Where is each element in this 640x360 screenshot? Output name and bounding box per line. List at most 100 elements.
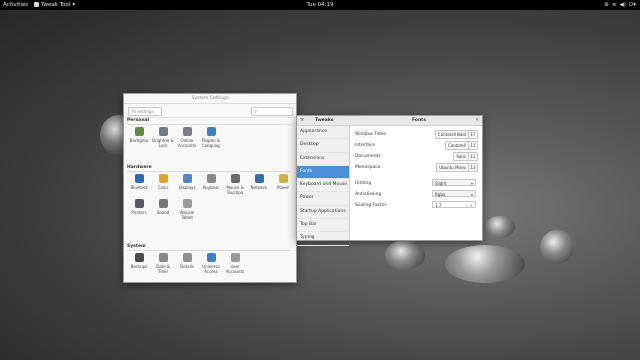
settings-panel-backups[interactable]: Backups <box>127 253 151 274</box>
date-time-icon <box>158 253 168 262</box>
network-icon <box>254 174 264 183</box>
accessibility-icon[interactable]: ⊛ <box>604 2 609 8</box>
settings-panel-region-language[interactable]: Region & Languag <box>199 127 223 148</box>
power-menu-icon[interactable]: ⏻▾ <box>629 2 636 9</box>
all-settings-button[interactable]: All Settings <box>128 107 162 116</box>
panel-label: Details <box>180 264 194 269</box>
user-accounts-icon <box>230 253 240 262</box>
hinting-row: Hinting Slight ▾ <box>355 178 478 189</box>
scaling-spinbutton[interactable]: 1.7− + <box>432 201 476 208</box>
background-icon <box>134 127 144 136</box>
font-setting-label: Window Titles <box>355 132 387 137</box>
panel-title: Fonts <box>412 118 427 123</box>
online-accounts-icon <box>182 127 192 136</box>
color-icon <box>158 174 168 183</box>
sidebar-item-fonts[interactable]: Fonts <box>297 165 349 180</box>
system-settings-window[interactable]: System Settings All Settings ⚲ Personal B… <box>123 93 297 283</box>
wacom-tablet-icon <box>182 199 192 208</box>
settings-panel-color[interactable]: Color <box>151 174 175 195</box>
settings-panel-user-accounts[interactable]: User Accounts <box>223 253 247 274</box>
mouse-icon <box>230 174 240 183</box>
displays-icon <box>182 174 192 183</box>
scaling-row: Scaling Factor 1.7− + <box>355 200 478 211</box>
font-row: Monospace Ubuntu Mono 13 <box>355 162 478 173</box>
power-icon <box>278 174 288 183</box>
panel-label: Backgrou <box>129 138 149 143</box>
tweak-title: Tweaks <box>315 118 334 123</box>
volume-icon[interactable]: ◀) <box>619 2 625 8</box>
sidebar-item-startup-applications[interactable]: Startup Applications <box>297 206 349 220</box>
font-button[interactable]: Cantarell Bold 17 <box>434 130 478 139</box>
settings-panel-network[interactable]: Network <box>247 174 271 195</box>
settings-panel-online-accounts[interactable]: Online Accounts <box>175 127 199 148</box>
sidebar-item-extensions[interactable]: Extensions <box>297 153 349 166</box>
network-status-icon[interactable]: ≋ <box>612 2 617 8</box>
font-button[interactable]: Cantarell 11 <box>444 141 478 150</box>
close-icon[interactable]: ✕ <box>475 118 479 123</box>
sidebar-item-typing[interactable]: Typing <box>297 232 349 246</box>
tweak-tool-window[interactable]: ⚒ Tweaks Fonts ✕ Appearance Desktop Extens… <box>296 115 483 246</box>
settings-panel-sound[interactable]: Sound <box>151 199 175 220</box>
printers-icon <box>134 199 144 208</box>
section-system: System Backups Date & Time Details Universa … <box>127 244 295 278</box>
panel-label: Region & Languag <box>201 138 221 148</box>
settings-panel-wacom-tablet[interactable]: Wacom Tablet <box>175 199 199 220</box>
search-input[interactable]: ⚲ <box>251 107 293 116</box>
font-size: 13 <box>468 164 477 171</box>
chevron-down-icon: ▾ <box>470 192 473 197</box>
hinting-label: Hinting <box>355 181 372 186</box>
settings-panel-printers[interactable]: Printers <box>127 199 151 220</box>
section-divider <box>127 124 291 125</box>
top-bar: Activities Tweak Tool ▾ Tue 04:19 ⊛ ≋ ◀)… <box>0 0 640 10</box>
sidebar-item-appearance[interactable]: Appearance <box>297 126 349 140</box>
settings-panel-bluetooth[interactable]: Bluetoot <box>127 174 151 195</box>
settings-panel-mouse[interactable]: Mouse & Touchpa <box>223 174 247 195</box>
sidebar-item-desktop[interactable]: Desktop <box>297 139 349 153</box>
tweak-titlebar[interactable]: ⚒ Tweaks Fonts ✕ <box>297 116 482 126</box>
hinting-dropdown[interactable]: Slight ▾ <box>432 179 476 186</box>
panel-label: Network <box>250 185 268 190</box>
settings-panel-brightness-lock[interactable]: Brightne & Lock <box>151 127 175 148</box>
font-size: 11 <box>468 142 477 149</box>
window-title[interactable]: System Settings <box>124 94 296 104</box>
backups-icon <box>134 253 144 262</box>
font-button[interactable]: Sans 11 <box>453 152 478 161</box>
brightness-lock-icon <box>158 127 168 136</box>
settings-panel-displays[interactable]: Displays <box>175 174 199 195</box>
tools-icon[interactable]: ⚒ <box>300 118 304 123</box>
settings-panel-keyboard[interactable]: Keyboar <box>199 174 223 195</box>
font-button[interactable]: Ubuntu Mono 13 <box>436 163 478 172</box>
universal-access-icon <box>206 253 216 262</box>
clock[interactable]: Tue 04:19 <box>0 2 640 8</box>
section-heading: Hardware <box>127 165 152 170</box>
section-divider <box>127 171 291 172</box>
water-drop <box>540 230 574 264</box>
settings-panel-date-time[interactable]: Date & Time <box>151 253 175 274</box>
font-size: 17 <box>468 131 477 138</box>
antialiasing-dropdown[interactable]: Rgba ▾ <box>432 190 476 197</box>
font-setting-label: Documents <box>355 154 381 159</box>
bluetooth-icon <box>134 174 144 183</box>
settings-panel-background[interactable]: Backgrou <box>127 127 151 148</box>
panel-label: Sound <box>156 210 170 215</box>
antialiasing-label: Antialiasing <box>355 192 382 197</box>
fonts-panel: Window Titles Cantarell Bold 17 Interface Ca… <box>355 129 478 211</box>
font-name: Sans <box>456 154 466 159</box>
panel-label: Date & Time <box>156 264 170 274</box>
sidebar-item-power[interactable]: Power <box>297 192 349 206</box>
section-heading: System <box>127 244 146 249</box>
settings-panel-details[interactable]: Details <box>175 253 199 274</box>
settings-panel-power[interactable]: Power <box>271 174 295 195</box>
font-row: Documents Sans 11 <box>355 151 478 162</box>
panel-label: Keyboar <box>202 185 220 190</box>
sidebar-item-top-bar[interactable]: Top Bar <box>297 219 349 233</box>
sidebar-item-keyboard-and-mouse[interactable]: Keyboard and Mouse <box>297 179 349 193</box>
antialiasing-row: Antialiasing Rgba ▾ <box>355 189 478 200</box>
settings-panel-universal-access[interactable]: Universa Access <box>199 253 223 274</box>
panel-label: User Accounts <box>225 264 245 274</box>
font-size: 11 <box>468 153 477 160</box>
sound-icon <box>158 199 168 208</box>
section-hardware: Hardware Bluetoot Color Displays Keyboar Mous… <box>127 165 295 224</box>
section-personal: Personal Backgrou Brightne & Lock Online Ac… <box>127 118 295 152</box>
status-area[interactable]: ⊛ ≋ ◀) ⏻▾ <box>604 2 636 9</box>
